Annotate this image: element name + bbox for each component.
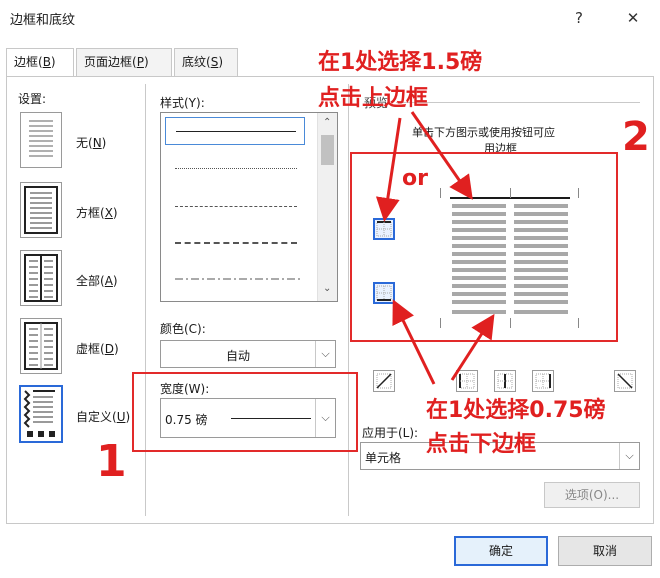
annotation-or: or	[402, 166, 428, 191]
arrow-to-top-button	[375, 117, 402, 222]
arrow-to-bottom-button	[392, 299, 436, 385]
annotation-top-line1: 在1处选择1.5磅	[318, 50, 483, 75]
annotation-number-2: 2	[622, 114, 650, 160]
annotation-bottom-line1: 在1处选择0.75磅	[426, 398, 606, 423]
annotation-number-1: 1	[96, 436, 127, 487]
annotation-bottom-line2: 点击下边框	[426, 432, 537, 457]
annotation-top-line2: 点击上边框	[318, 86, 429, 111]
arrow-to-bottom-border	[450, 313, 495, 381]
